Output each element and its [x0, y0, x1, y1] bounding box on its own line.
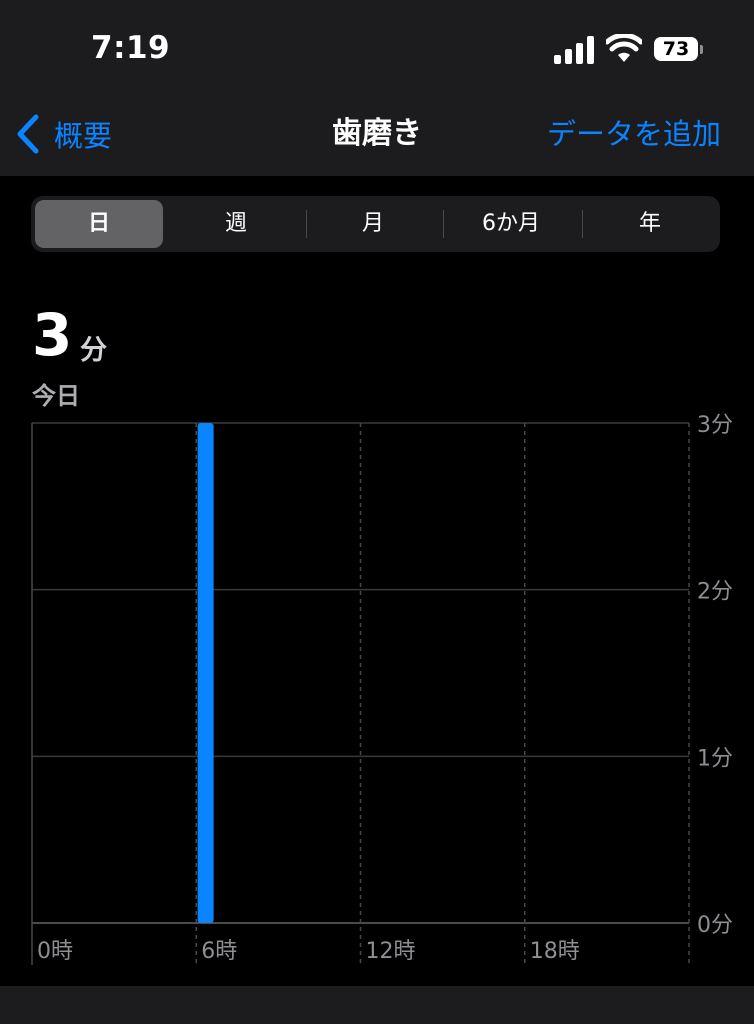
segment-divider	[582, 210, 583, 238]
battery-cap	[700, 45, 703, 54]
wifi-icon	[606, 34, 642, 62]
segment-year[interactable]: 年	[586, 200, 714, 248]
top-bar: 7:19 73 概要 歯磨き データを追加	[0, 0, 754, 176]
bottom-bar	[0, 986, 754, 1024]
y-tick-label: 1分	[697, 746, 733, 771]
y-tick-label: 0分	[697, 913, 733, 938]
segment-six-months[interactable]: 6か月	[447, 200, 575, 248]
toothbrushing-chart: 0分 1分 2分 3分 0時 6時 12時 18時	[31, 413, 733, 965]
summary-period: 今日	[32, 382, 80, 410]
battery-icon: 73	[654, 37, 698, 61]
segment-divider	[306, 210, 307, 238]
y-tick-label: 3分	[697, 413, 733, 438]
segment-week[interactable]: 週	[172, 200, 300, 248]
segment-month[interactable]: 月	[309, 200, 437, 248]
y-tick-label: 2分	[697, 580, 733, 605]
summary-unit: 分	[80, 335, 107, 366]
x-tick-label: 0時	[37, 939, 73, 964]
period-segmented-control: 日 週 月 6か月 年	[31, 196, 720, 252]
x-tick-label: 6時	[201, 939, 237, 964]
segment-day[interactable]: 日	[35, 200, 163, 248]
summary-value: 3	[32, 301, 73, 369]
x-tick-label: 12時	[366, 939, 416, 964]
segment-divider	[443, 210, 444, 238]
x-tick-label: 18時	[530, 939, 580, 964]
status-time: 7:19	[91, 30, 171, 66]
add-data-button[interactable]: データを追加	[547, 112, 721, 156]
chart-bar	[197, 423, 214, 923]
cellular-signal-icon	[554, 36, 594, 64]
